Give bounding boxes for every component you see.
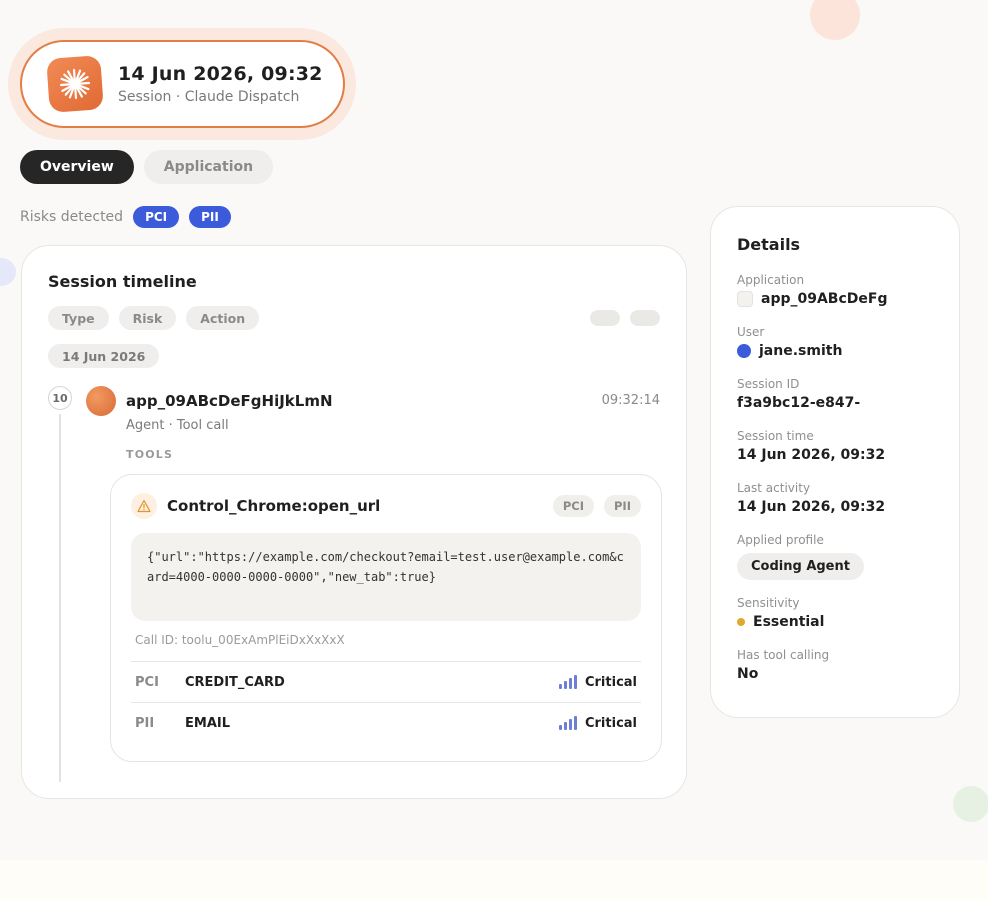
session-timeline-card: Session timeline Type Risk Action 14 Jun… (21, 245, 687, 799)
call-id: Call ID: toolu_00ExAmPlEiDxXxXxX (135, 633, 345, 647)
page-footer-area (0, 860, 988, 900)
details-title: Details (737, 235, 801, 254)
app-icon (737, 291, 753, 307)
detail-label: User (737, 325, 765, 339)
detail-last-activity: Last activity 14 Jun 2026, 09:32 (737, 481, 885, 515)
tool-badge-pci: PCI (552, 495, 594, 517)
application-value[interactable]: app_09ABcDeFg (761, 291, 887, 307)
event-agent-name: app_09ABcDeFgHiJkLmN (126, 392, 333, 410)
detail-value: jane.smith (737, 343, 842, 359)
view-toggle-2[interactable] (630, 310, 660, 326)
warning-icon (131, 493, 157, 519)
detail-label: Applied profile (737, 533, 824, 547)
detail-label: Application (737, 273, 805, 287)
risk-badge-pci: PCI (133, 206, 180, 228)
finding-category: PII (135, 715, 155, 731)
event-subtitle: Agent · Tool call (126, 418, 229, 433)
session-title: 14 Jun 2026, 09:32 (118, 63, 323, 85)
severity-label: Critical (584, 674, 637, 690)
claude-sunburst-icon (46, 55, 104, 113)
details-card: Details Application app_09ABcDeFg User j… (710, 206, 960, 718)
tool-badge-pii: PII (604, 495, 641, 517)
finding-severity: Critical (558, 715, 637, 731)
detail-label: Has tool calling (737, 648, 830, 662)
timeline-line (59, 414, 61, 782)
detail-tool-calling: Has tool calling No (737, 648, 829, 682)
severity-label: Critical (584, 715, 637, 731)
decorative-blob (953, 786, 988, 822)
detail-session-id: Session ID f3a9bc12-e847- (737, 377, 860, 411)
decorative-blob (0, 258, 16, 286)
finding-severity: Critical (558, 674, 637, 690)
view-toggles (590, 310, 660, 326)
session-header: 14 Jun 2026, 09:32 Session · Claude Disp… (20, 40, 345, 128)
last-activity-value: 14 Jun 2026, 09:32 (737, 499, 886, 515)
detail-user: User jane.smith (737, 325, 842, 359)
finding-type: CREDIT_CARD (185, 674, 285, 690)
tool-arguments-code: {"url":"https://example.com/checkout?ema… (131, 533, 641, 621)
detail-application: Application app_09ABcDeFg (737, 273, 887, 307)
tab-bar: Overview Application (20, 150, 274, 184)
tools-label: TOOLS (126, 448, 174, 461)
finding-category: PCI (135, 674, 159, 690)
tool-call-card[interactable]: Control_Chrome:open_url PCI PII {"url":"… (110, 474, 662, 762)
detail-label: Session ID (737, 377, 800, 391)
event-time: 09:32:14 (601, 393, 660, 408)
detail-applied-profile: Applied profile Coding Agent (737, 533, 864, 580)
finding-type: EMAIL (185, 715, 230, 731)
user-dot-icon (737, 344, 751, 358)
tool-badges: PCI PII (552, 495, 641, 517)
risks-row: Risks detected PCI PII (20, 206, 231, 228)
findings-list: PCI CREDIT_CARD Critical PII EMAIL Criti… (131, 661, 641, 743)
applied-profile-chip: Coding Agent (737, 553, 864, 580)
user-value[interactable]: jane.smith (759, 343, 842, 359)
detail-label: Last activity (737, 481, 811, 495)
detail-value: app_09ABcDeFg (737, 291, 887, 307)
detail-value: Essential (737, 614, 824, 630)
view-toggle-1[interactable] (590, 310, 620, 326)
timeline-title: Session timeline (48, 272, 197, 291)
session-time-value: 14 Jun 2026, 09:32 (737, 447, 886, 463)
sensitivity-value: Essential (753, 614, 825, 630)
decorative-blob (810, 0, 860, 40)
timeline-filters: Type Risk Action (48, 306, 260, 330)
step-number: 10 (48, 386, 72, 410)
finding-row: PCI CREDIT_CARD Critical (131, 661, 641, 702)
risk-badge-pii: PII (189, 206, 231, 228)
detail-label: Sensitivity (737, 596, 800, 610)
tab-overview[interactable]: Overview (20, 150, 134, 184)
filter-risk[interactable]: Risk (118, 306, 177, 330)
filter-type[interactable]: Type (48, 306, 109, 330)
filter-action[interactable]: Action (186, 306, 260, 330)
avatar (86, 386, 116, 416)
detail-sensitivity: Sensitivity Essential (737, 596, 824, 630)
signal-bars-icon (558, 716, 577, 730)
detail-label: Session time (737, 429, 814, 443)
session-id-value: f3a9bc12-e847- (737, 395, 861, 411)
tool-name: Control_Chrome:open_url (167, 497, 381, 515)
risks-label: Risks detected (20, 209, 124, 225)
tool-calling-value: No (737, 666, 759, 682)
timeline-date: 14 Jun 2026 (48, 344, 160, 368)
signal-bars-icon (558, 675, 577, 689)
session-subtitle: Session · Claude Dispatch (118, 89, 300, 105)
finding-row: PII EMAIL Critical (131, 702, 641, 743)
tab-application[interactable]: Application (143, 150, 274, 184)
detail-session-time: Session time 14 Jun 2026, 09:32 (737, 429, 885, 463)
sensitivity-dot-icon (737, 618, 745, 626)
